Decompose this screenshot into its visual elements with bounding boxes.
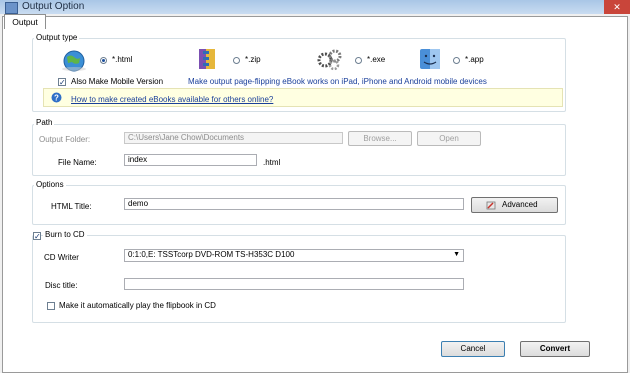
autoplay-label: Make it automatically play the flipbook … [59, 301, 216, 310]
radio-exe[interactable] [355, 57, 362, 64]
autoplay-checkbox[interactable] [47, 302, 55, 310]
burn-to-cd-label: Burn to CD [43, 230, 87, 239]
gears-icon [317, 49, 342, 71]
radio-app-label: *.app [465, 55, 484, 64]
help-link[interactable]: How to make created eBooks available for… [71, 95, 273, 104]
pencil-settings-icon [486, 201, 496, 210]
mobile-version-label: Also Make Mobile Version [71, 77, 164, 86]
advanced-label: Advanced [502, 200, 538, 209]
advanced-button[interactable]: Advanced [471, 197, 558, 213]
chevron-down-icon: ▼ [453, 251, 460, 258]
window-title: Output Option [22, 1, 85, 12]
radio-zip-label: *.zip [245, 55, 261, 64]
convert-button[interactable]: Convert [520, 341, 590, 357]
cd-writer-value: 0:1:0,E: TSSTcorp DVD-ROM TS-H353C D100 [128, 250, 295, 259]
path-title: Path [34, 118, 55, 127]
open-button[interactable]: Open [417, 131, 481, 146]
cd-writer-label: CD Writer [44, 253, 79, 262]
app-icon [5, 2, 18, 14]
disc-title-input[interactable] [124, 278, 464, 290]
disc-title-label: Disc title: [45, 281, 78, 290]
globe-icon [62, 50, 86, 72]
mac-finder-icon [420, 49, 440, 69]
close-button[interactable]: ✕ [604, 0, 630, 14]
radio-html[interactable] [100, 57, 107, 64]
mobile-version-hint: Make output page-flipping eBook works on… [188, 77, 487, 86]
cancel-button[interactable]: Cancel [441, 341, 505, 357]
file-name-label: File Name: [58, 158, 97, 167]
mobile-version-checkbox[interactable]: ✓ [58, 78, 66, 87]
svg-text:?: ? [54, 94, 59, 103]
burn-to-cd-checkbox[interactable]: ✓ [33, 232, 41, 241]
options-title: Options [34, 180, 66, 189]
file-extension: .html [263, 158, 281, 167]
output-folder-input[interactable]: C:\Users\Jane Chow\Documents [124, 132, 343, 144]
radio-app[interactable] [453, 57, 460, 64]
tab-output[interactable]: Output [4, 14, 46, 29]
html-title-input[interactable]: demo [124, 198, 464, 210]
title-bar: Output Option ✕ [0, 0, 630, 14]
output-type-title: Output type [34, 33, 80, 42]
help-icon: ? [51, 92, 62, 103]
html-title-label: HTML Title: [51, 202, 92, 211]
file-name-input[interactable]: index [124, 154, 257, 166]
radio-html-label: *.html [112, 55, 133, 64]
radio-exe-label: *.exe [367, 55, 386, 64]
cd-writer-select[interactable]: 0:1:0,E: TSSTcorp DVD-ROM TS-H353C D100 … [124, 249, 464, 262]
output-folder-label: Output Folder: [39, 135, 91, 144]
radio-zip[interactable] [233, 57, 240, 64]
browse-button[interactable]: Browse... [348, 131, 412, 146]
zip-archive-icon [199, 49, 215, 69]
